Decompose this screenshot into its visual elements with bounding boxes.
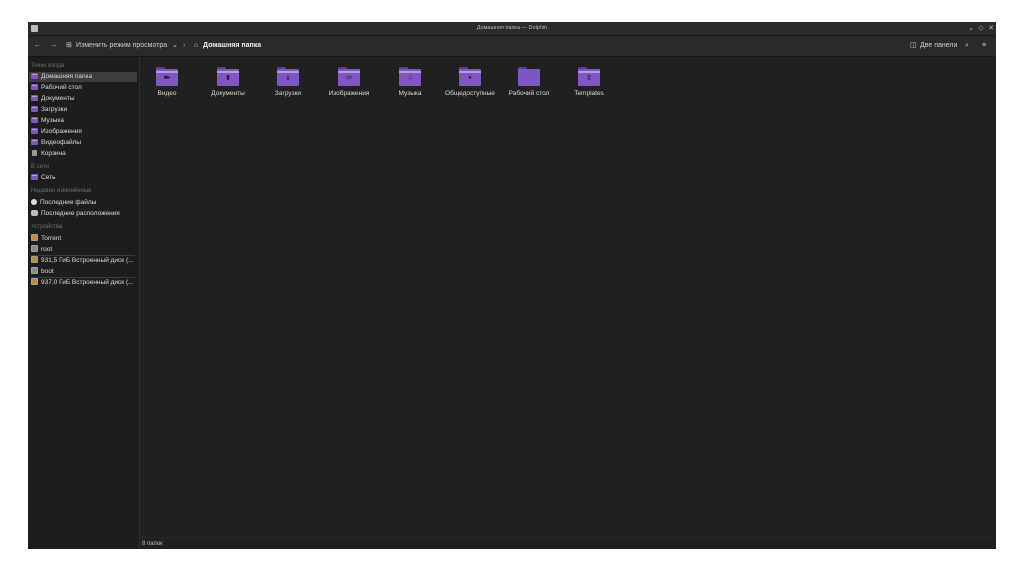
window-title: Домашняя папка — Dolphin <box>476 25 548 31</box>
view-mode-button[interactable]: Изменить режим просмотра <box>76 36 167 56</box>
file-view[interactable]: ■▸ Видео ▮ Документы ⤓ Загрузки ▭ Изобра… <box>140 57 996 537</box>
sidebar-item-recent-files[interactable]: Последние файлы <box>29 198 137 208</box>
pictures-folder-icon <box>31 128 38 134</box>
locations-icon <box>31 210 38 216</box>
split-view-button[interactable]: Две панели <box>920 36 957 56</box>
home-folder-icon <box>31 73 38 79</box>
folder-item[interactable]: ■▸ Видео <box>137 67 197 103</box>
back-icon[interactable]: ← <box>34 36 41 56</box>
downloads-folder-icon <box>31 106 38 112</box>
drive-icon <box>31 234 38 241</box>
video-folder-icon: ■▸ <box>156 67 178 86</box>
sidebar-item-pictures[interactable]: Изображения <box>29 127 137 137</box>
sidebar-item-disk-937[interactable]: 937,0 ГиБ Встроенный диск (... <box>29 278 137 288</box>
split-view-icon[interactable]: ◫ <box>910 36 917 56</box>
status-bar: 8 папок <box>140 537 996 549</box>
folder-label: Изображения <box>328 90 370 97</box>
sidebar-item-videos[interactable]: Видеофайлы <box>29 138 137 148</box>
videos-folder-icon <box>31 139 38 145</box>
sidebar-item-root[interactable]: root <box>29 245 137 255</box>
places-panel: Точки входа Домашняя папка Рабочий стол … <box>28 57 140 549</box>
folder-item[interactable]: Рабочий стол <box>499 67 559 103</box>
chevron-down-icon[interactable]: ⌄ <box>172 36 178 56</box>
folder-item[interactable]: ▯ Templates <box>559 67 619 103</box>
folder-item[interactable]: ♫ Музыка <box>380 67 440 103</box>
sidebar-item-trash[interactable]: Корзина <box>29 149 137 159</box>
menu-icon[interactable]: ≡ <box>982 36 986 56</box>
music-folder-icon <box>31 117 38 123</box>
desktop-folder-icon <box>518 67 540 86</box>
templates-folder-icon: ▯ <box>578 67 600 86</box>
folder-label: Видео <box>157 90 177 97</box>
sidebar-item-disk-931[interactable]: 931,5 ГиБ Встроенный диск (... <box>29 256 137 266</box>
folder-label: Общедоступные <box>445 90 495 97</box>
trash-icon <box>32 150 37 156</box>
folder-label: Templates <box>574 90 604 97</box>
sidebar-item-home[interactable]: Домашняя папка <box>29 72 137 82</box>
folder-item[interactable]: ⤓ Загрузки <box>258 67 318 103</box>
dolphin-window: Домашняя папка — Dolphin ⌄ ◇ ✕ ← → ⊞ Изм… <box>28 22 996 549</box>
documents-folder-icon <box>31 95 38 101</box>
breadcrumb-separator: › <box>183 42 186 49</box>
home-icon[interactable]: ⌂ <box>194 36 198 56</box>
music-folder-icon: ♫ <box>399 67 421 86</box>
title-bar[interactable]: Домашняя папка — Dolphin ⌄ ◇ ✕ <box>28 22 996 36</box>
downloads-folder-icon: ⤓ <box>277 67 299 86</box>
sidebar-item-desktop[interactable]: Рабочий стол <box>29 83 137 93</box>
folder-label: Загрузки <box>274 90 302 97</box>
forward-icon[interactable]: → <box>50 36 57 56</box>
documents-folder-icon: ▮ <box>217 67 239 86</box>
section-devices: Устройства <box>31 224 63 230</box>
public-folder-icon: ● <box>459 67 481 86</box>
toolbar: ← → ⊞ Изменить режим просмотра ⌄ › ⌂ Дом… <box>28 36 996 57</box>
maximize-icon[interactable]: ◇ <box>977 24 985 33</box>
status-text: 8 папок <box>142 541 163 547</box>
folder-label: Рабочий стол <box>508 90 550 97</box>
drive-icon <box>31 245 38 252</box>
sidebar-item-downloads[interactable]: Загрузки <box>29 105 137 115</box>
minimize-icon[interactable]: ⌄ <box>967 24 975 33</box>
folder-item[interactable]: ▮ Документы <box>198 67 258 103</box>
desktop-folder-icon <box>31 84 38 90</box>
drive-icon <box>31 256 38 263</box>
breadcrumb-current[interactable]: Домашняя папка <box>203 36 261 56</box>
drive-icon <box>31 278 38 285</box>
view-mode-icon[interactable]: ⊞ <box>66 36 72 56</box>
drive-icon <box>31 267 38 274</box>
clock-icon <box>31 199 37 205</box>
folder-label: Музыка <box>398 90 422 97</box>
sidebar-item-network[interactable]: Сеть <box>29 173 137 183</box>
folder-item[interactable]: ▭ Изображения <box>319 67 379 103</box>
sidebar-item-torrent[interactable]: Torrent <box>29 234 137 244</box>
section-recent: Недавно изменённые <box>31 188 92 194</box>
folder-item[interactable]: ● Общедоступные <box>440 67 500 103</box>
sidebar-item-recent-locations[interactable]: Последние расположения <box>29 209 137 219</box>
close-icon[interactable]: ✕ <box>987 24 995 33</box>
section-network: В сети <box>31 164 49 170</box>
section-places: Точки входа <box>31 63 65 69</box>
sidebar-item-boot[interactable]: boot <box>29 267 137 277</box>
network-folder-icon <box>31 174 38 180</box>
pictures-folder-icon: ▭ <box>338 67 360 86</box>
sidebar-item-music[interactable]: Музыка <box>29 116 137 126</box>
folder-label: Документы <box>211 90 245 97</box>
search-icon[interactable]: ⌕ <box>965 36 969 56</box>
sidebar-item-documents[interactable]: Документы <box>29 94 137 104</box>
